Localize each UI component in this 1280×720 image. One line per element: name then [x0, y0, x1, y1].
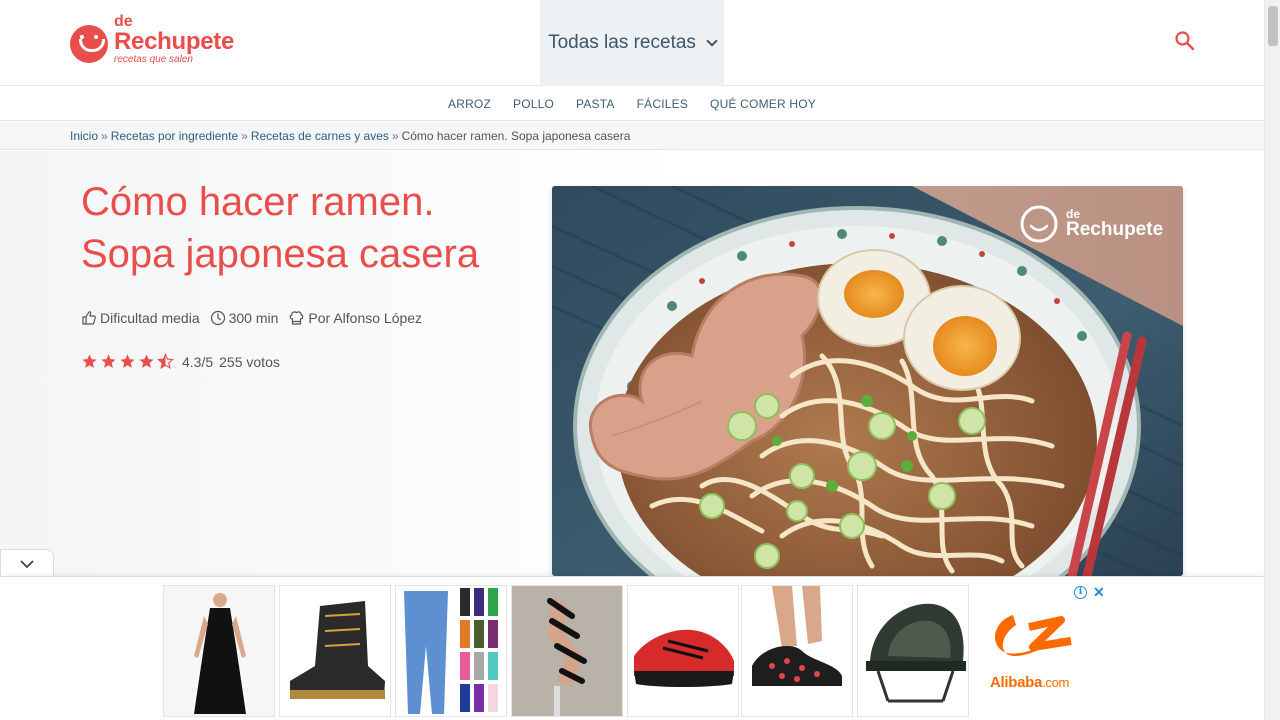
- rating-stars[interactable]: [81, 353, 176, 370]
- clog-image: [742, 586, 852, 716]
- breadcrumb-inicio[interactable]: Inicio: [70, 129, 98, 143]
- search-button[interactable]: [1174, 30, 1196, 52]
- title-line-2: Sopa japonesa casera: [81, 232, 480, 276]
- recipe-meta: Dificultad media 300 min Por Alfonso Lóp…: [81, 309, 432, 326]
- boot-image: [280, 586, 390, 716]
- time-text: 300 min: [228, 309, 279, 326]
- star-half-icon: [157, 353, 174, 370]
- ad-banner[interactable]: Alibaba.com i ✕: [0, 576, 1264, 720]
- ad-info-icon[interactable]: i: [1074, 585, 1087, 599]
- chef-hat-icon: [290, 311, 304, 325]
- ad-controls: i ✕: [1074, 585, 1105, 599]
- ad-product-sandal[interactable]: [511, 585, 623, 717]
- breadcrumb-ingrediente[interactable]: Recetas por ingrediente: [111, 129, 238, 143]
- star-icon: [139, 354, 154, 368]
- alibaba-brand: Alibaba: [990, 674, 1043, 691]
- page-scrollbar[interactable]: [1264, 0, 1280, 720]
- nav-item-faciles[interactable]: FÁCILES: [637, 97, 688, 111]
- star-icon: [82, 354, 97, 368]
- search-icon: [1175, 31, 1195, 51]
- ad-product-tent[interactable]: [857, 585, 969, 717]
- difficulty-text: Dificultad media: [100, 309, 200, 326]
- star-icon: [101, 354, 116, 368]
- alibaba-domain: .com: [1042, 675, 1070, 690]
- chevron-down-icon: [20, 559, 34, 568]
- breadcrumb-separator: »: [391, 128, 399, 143]
- time-meta: 300 min: [210, 309, 279, 326]
- logo-text: de Rechupete recetas que salen: [114, 14, 234, 65]
- rating-score: 4.3/5: [182, 353, 214, 370]
- site-header: de Rechupete recetas que salen Todas las…: [0, 0, 1264, 86]
- leggings-image: [396, 586, 506, 716]
- breadcrumb-current: Cómo hacer ramen. Sopa japonesa casera: [401, 128, 631, 143]
- breadcrumb-separator: »: [101, 128, 108, 143]
- clock-icon: [210, 310, 225, 325]
- photo-watermark: de Rechupete: [1066, 208, 1163, 239]
- nav-item-que-comer-hoy[interactable]: QUÉ COMER HOY: [710, 97, 816, 111]
- breadcrumb: Inicio » Recetas por ingrediente » Recet…: [0, 122, 1264, 150]
- collapse-ad-button[interactable]: [0, 549, 54, 577]
- author-meta: Por Alfonso López: [288, 309, 422, 326]
- breadcrumb-separator: »: [241, 128, 248, 143]
- all-recipes-menu[interactable]: Todas las recetas: [540, 0, 724, 86]
- scrollbar-thumb[interactable]: [1268, 6, 1278, 46]
- alibaba-wordmark: Alibaba.com: [990, 674, 1069, 691]
- ad-product-clog[interactable]: [741, 585, 853, 717]
- ramen-bowl-image: [552, 186, 1183, 576]
- ad-product-dress[interactable]: [163, 585, 275, 717]
- recipe-rating[interactable]: 4.3/5 255 votos: [81, 353, 280, 370]
- smile-logo-icon: [70, 24, 108, 63]
- rating-votes: 255 votos: [219, 353, 280, 370]
- sneaker-image: [628, 586, 738, 716]
- star-icon: [120, 354, 135, 368]
- site-logo[interactable]: de Rechupete recetas que salen: [70, 14, 234, 65]
- dress-image: [164, 586, 274, 716]
- author-text: Por Alfonso López: [308, 309, 423, 326]
- chevron-down-icon: [706, 34, 718, 47]
- page-title: Cómo hacer ramen. Sopa japonesa casera: [81, 176, 501, 280]
- thumb-up-icon: [82, 310, 96, 325]
- ad-product-boot[interactable]: [279, 585, 391, 717]
- nav-item-arroz[interactable]: ARROZ: [448, 97, 491, 111]
- all-recipes-label: Todas las recetas: [548, 32, 696, 53]
- logo-tagline: recetas que salen: [114, 54, 193, 65]
- ad-close-icon[interactable]: ✕: [1093, 585, 1105, 599]
- ad-product-leggings[interactable]: [395, 585, 507, 717]
- title-line-1: Cómo hacer ramen.: [81, 180, 435, 224]
- tent-image: [858, 586, 968, 716]
- watermark-name: Rechupete: [1066, 219, 1164, 240]
- logo-name: Rechupete: [114, 28, 234, 55]
- difficulty-meta: Dificultad media: [81, 310, 200, 326]
- ad-brand-tile[interactable]: [971, 585, 1099, 717]
- breadcrumb-carnes[interactable]: Recetas de carnes y aves: [251, 129, 389, 143]
- nav-item-pasta[interactable]: PASTA: [576, 97, 615, 111]
- recipe-photo[interactable]: de Rechupete: [552, 186, 1183, 576]
- nav-item-pollo[interactable]: POLLO: [513, 97, 554, 111]
- category-nav: ARROZ POLLO PASTA FÁCILES QUÉ COMER HOY: [0, 87, 1264, 121]
- ad-product-sneaker[interactable]: [627, 585, 739, 717]
- sandal-image: [512, 586, 622, 716]
